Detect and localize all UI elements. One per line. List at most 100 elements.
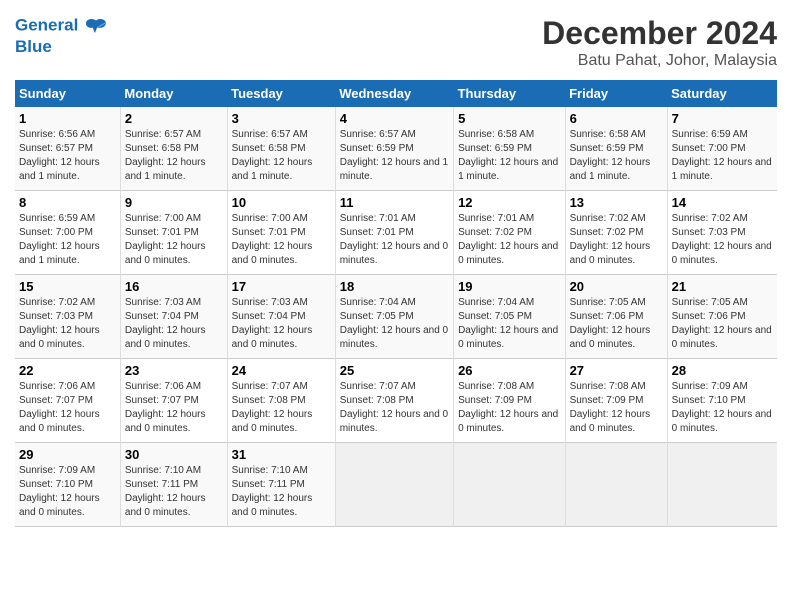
calendar-week-row: 1 Sunrise: 6:56 AMSunset: 6:57 PMDaylight…	[15, 107, 777, 191]
day-number: 30	[125, 447, 223, 462]
day-number: 17	[232, 279, 331, 294]
table-row: 10Sunrise: 7:00 AMSunset: 7:01 PMDayligh…	[227, 191, 335, 275]
day-info: Sunrise: 7:05 AMSunset: 7:06 PMDaylight:…	[570, 296, 663, 352]
table-row: 24 Sunrise: 7:07 AMSunset: 7:08 PMDayligh…	[227, 359, 335, 443]
day-info: Sunrise: 6:58 AMSunset: 6:59 PMDaylight:…	[570, 128, 663, 184]
day-info: Sunrise: 6:58 AMSunset: 6:59 PMDaylight:…	[458, 128, 561, 184]
day-info: Sunrise: 6:57 AMSunset: 6:58 PMDaylight:…	[125, 128, 223, 184]
logo-text-line1: General	[15, 15, 78, 34]
day-info: Sunrise: 7:07 AMSunset: 7:08 PMDaylight:…	[232, 380, 331, 436]
table-row: 29Sunrise: 7:09 AMSunset: 7:10 PMDayligh…	[15, 443, 120, 527]
day-number: 25	[340, 363, 449, 378]
day-info: Sunrise: 7:03 AMSunset: 7:04 PMDaylight:…	[232, 296, 331, 352]
table-row: 21 Sunrise: 7:05 AMSunset: 7:06 PMDayligh…	[667, 275, 777, 359]
table-row: 23 Sunrise: 7:06 AMSunset: 7:07 PMDayligh…	[120, 359, 227, 443]
day-info: Sunrise: 7:10 AMSunset: 7:11 PMDaylight:…	[125, 464, 223, 520]
table-row: 16 Sunrise: 7:03 AMSunset: 7:04 PMDayligh…	[120, 275, 227, 359]
day-number: 18	[340, 279, 449, 294]
table-row: 26 Sunrise: 7:08 AMSunset: 7:09 PMDayligh…	[454, 359, 566, 443]
day-number: 5	[458, 111, 561, 126]
day-number: 21	[672, 279, 773, 294]
table-row: 31Sunrise: 7:10 AMSunset: 7:11 PMDayligh…	[227, 443, 335, 527]
table-row: 1 Sunrise: 6:56 AMSunset: 6:57 PMDaylight…	[15, 107, 120, 191]
day-info: Sunrise: 7:03 AMSunset: 7:04 PMDaylight:…	[125, 296, 223, 352]
day-number: 20	[570, 279, 663, 294]
day-info: Sunrise: 7:02 AMSunset: 7:03 PMDaylight:…	[19, 296, 116, 352]
table-row: 5 Sunrise: 6:58 AMSunset: 6:59 PMDaylight…	[454, 107, 566, 191]
table-row	[565, 443, 667, 527]
table-row: 20 Sunrise: 7:05 AMSunset: 7:06 PMDayligh…	[565, 275, 667, 359]
logo: General Blue	[15, 15, 107, 57]
calendar-week-row: 29Sunrise: 7:09 AMSunset: 7:10 PMDayligh…	[15, 443, 777, 527]
day-info: Sunrise: 7:08 AMSunset: 7:09 PMDaylight:…	[458, 380, 561, 436]
day-number: 3	[232, 111, 331, 126]
table-row: 30 Sunrise: 7:10 AMSunset: 7:11 PMDayligh…	[120, 443, 227, 527]
header-wednesday: Wednesday	[335, 80, 453, 107]
day-info: Sunrise: 7:06 AMSunset: 7:07 PMDaylight:…	[125, 380, 223, 436]
day-info: Sunrise: 6:56 AMSunset: 6:57 PMDaylight:…	[19, 128, 116, 184]
table-row	[335, 443, 453, 527]
day-number: 23	[125, 363, 223, 378]
header-saturday: Saturday	[667, 80, 777, 107]
table-row: 12 Sunrise: 7:01 AMSunset: 7:02 PMDayligh…	[454, 191, 566, 275]
header-sunday: Sunday	[15, 80, 120, 107]
month-title: December 2024	[542, 15, 777, 52]
day-info: Sunrise: 7:09 AMSunset: 7:10 PMDaylight:…	[672, 380, 773, 436]
table-row: 8Sunrise: 6:59 AMSunset: 7:00 PMDaylight…	[15, 191, 120, 275]
day-info: Sunrise: 6:59 AMSunset: 7:00 PMDaylight:…	[19, 212, 116, 268]
table-row: 4Sunrise: 6:57 AMSunset: 6:59 PMDaylight…	[335, 107, 453, 191]
day-info: Sunrise: 7:09 AMSunset: 7:10 PMDaylight:…	[19, 464, 116, 520]
day-number: 15	[19, 279, 116, 294]
table-row: 9Sunrise: 7:00 AMSunset: 7:01 PMDaylight…	[120, 191, 227, 275]
table-row: 6 Sunrise: 6:58 AMSunset: 6:59 PMDaylight…	[565, 107, 667, 191]
day-info: Sunrise: 7:01 AMSunset: 7:02 PMDaylight:…	[458, 212, 561, 268]
day-info: Sunrise: 7:01 AMSunset: 7:01 PMDaylight:…	[340, 212, 449, 268]
table-row: 19Sunrise: 7:04 AMSunset: 7:05 PMDayligh…	[454, 275, 566, 359]
day-number: 26	[458, 363, 561, 378]
day-info: Sunrise: 7:05 AMSunset: 7:06 PMDaylight:…	[672, 296, 773, 352]
day-number: 12	[458, 195, 561, 210]
table-row: 15 Sunrise: 7:02 AMSunset: 7:03 PMDayligh…	[15, 275, 120, 359]
day-number: 11	[340, 195, 449, 210]
day-info: Sunrise: 7:07 AMSunset: 7:08 PMDaylight:…	[340, 380, 449, 436]
title-section: December 2024 Batu Pahat, Johor, Malaysi…	[542, 15, 777, 70]
table-row: 17 Sunrise: 7:03 AMSunset: 7:04 PMDayligh…	[227, 275, 335, 359]
table-row: 3 Sunrise: 6:57 AMSunset: 6:58 PMDaylight…	[227, 107, 335, 191]
day-info: Sunrise: 6:59 AMSunset: 7:00 PMDaylight:…	[672, 128, 773, 184]
table-row: 11 Sunrise: 7:01 AMSunset: 7:01 PMDayligh…	[335, 191, 453, 275]
page-header: General Blue December 2024 Batu Pahat, J…	[15, 15, 777, 70]
day-info: Sunrise: 6:57 AMSunset: 6:59 PMDaylight:…	[340, 128, 449, 184]
table-row: 2Sunrise: 6:57 AMSunset: 6:58 PMDaylight…	[120, 107, 227, 191]
day-number: 16	[125, 279, 223, 294]
calendar-week-row: 22 Sunrise: 7:06 AMSunset: 7:07 PMDayligh…	[15, 359, 777, 443]
day-info: Sunrise: 7:04 AMSunset: 7:05 PMDaylight:…	[340, 296, 449, 352]
calendar-header-row: Sunday Monday Tuesday Wednesday Thursday…	[15, 80, 777, 107]
calendar-week-row: 8Sunrise: 6:59 AMSunset: 7:00 PMDaylight…	[15, 191, 777, 275]
table-row: 18 Sunrise: 7:04 AMSunset: 7:05 PMDayligh…	[335, 275, 453, 359]
table-row: 22 Sunrise: 7:06 AMSunset: 7:07 PMDayligh…	[15, 359, 120, 443]
day-number: 6	[570, 111, 663, 126]
header-tuesday: Tuesday	[227, 80, 335, 107]
day-number: 13	[570, 195, 663, 210]
day-info: Sunrise: 7:02 AMSunset: 7:02 PMDaylight:…	[570, 212, 663, 268]
calendar-table: Sunday Monday Tuesday Wednesday Thursday…	[15, 80, 777, 527]
day-info: Sunrise: 7:00 AMSunset: 7:01 PMDaylight:…	[125, 212, 223, 268]
calendar-week-row: 15 Sunrise: 7:02 AMSunset: 7:03 PMDayligh…	[15, 275, 777, 359]
table-row: 27 Sunrise: 7:08 AMSunset: 7:09 PMDayligh…	[565, 359, 667, 443]
day-number: 24	[232, 363, 331, 378]
table-row: 25 Sunrise: 7:07 AMSunset: 7:08 PMDayligh…	[335, 359, 453, 443]
day-number: 22	[19, 363, 116, 378]
day-number: 27	[570, 363, 663, 378]
table-row: 7 Sunrise: 6:59 AMSunset: 7:00 PMDaylight…	[667, 107, 777, 191]
day-number: 1	[19, 111, 116, 126]
day-info: Sunrise: 7:06 AMSunset: 7:07 PMDaylight:…	[19, 380, 116, 436]
day-info: Sunrise: 7:00 AMSunset: 7:01 PMDaylight:…	[232, 212, 331, 268]
table-row: 28Sunrise: 7:09 AMSunset: 7:10 PMDayligh…	[667, 359, 777, 443]
logo-text-line2: Blue	[15, 37, 107, 57]
location: Batu Pahat, Johor, Malaysia	[542, 52, 777, 70]
day-number: 7	[672, 111, 773, 126]
day-info: Sunrise: 6:57 AMSunset: 6:58 PMDaylight:…	[232, 128, 331, 184]
day-info: Sunrise: 7:08 AMSunset: 7:09 PMDaylight:…	[570, 380, 663, 436]
day-number: 14	[672, 195, 773, 210]
table-row: 13 Sunrise: 7:02 AMSunset: 7:02 PMDayligh…	[565, 191, 667, 275]
